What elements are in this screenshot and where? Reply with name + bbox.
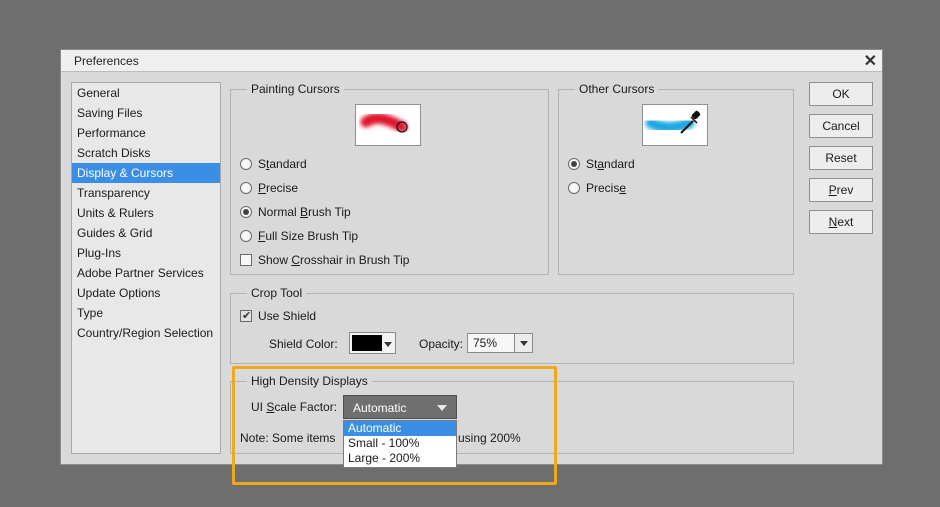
painting-standard-label: Standard bbox=[258, 157, 307, 171]
shield-color-picker[interactable] bbox=[349, 332, 396, 354]
sidebar-item-plug-ins[interactable]: Plug-Ins bbox=[72, 243, 220, 263]
sidebar-item-general[interactable]: General bbox=[72, 83, 220, 103]
painting-cursors-group: Painting Cursors Standard Precise Normal… bbox=[230, 82, 549, 275]
painting-standard-radio[interactable] bbox=[240, 158, 252, 170]
next-button[interactable]: Next bbox=[809, 210, 873, 234]
ok-button[interactable]: OK bbox=[809, 82, 873, 106]
eyedropper-icon bbox=[645, 110, 701, 134]
painting-normal-brush-tip-label: Normal Brush Tip bbox=[258, 205, 351, 219]
sidebar-item-update-options[interactable]: Update Options bbox=[72, 283, 220, 303]
shield-color-swatch bbox=[352, 335, 382, 351]
shield-color-label: Shield Color: bbox=[269, 337, 338, 351]
chevron-down-icon[interactable] bbox=[514, 334, 532, 352]
other-standard-radio[interactable] bbox=[568, 158, 580, 170]
dialog-title: Preferences bbox=[74, 54, 139, 68]
painting-precise-label: Precise bbox=[258, 181, 299, 195]
sidebar-item-scratch-disks[interactable]: Scratch Disks bbox=[72, 143, 220, 163]
painting-cursor-preview bbox=[355, 104, 421, 146]
sidebar-item-country-region[interactable]: Country/Region Selection bbox=[72, 323, 220, 343]
opacity-label: Opacity: bbox=[419, 337, 464, 351]
opacity-value[interactable]: 75% bbox=[473, 336, 497, 350]
other-cursor-preview bbox=[642, 104, 708, 146]
chevron-down-icon bbox=[384, 342, 392, 347]
sidebar-item-guides-grid[interactable]: Guides & Grid bbox=[72, 223, 220, 243]
category-list: General Saving Files Performance Scratch… bbox=[71, 82, 221, 454]
use-shield-label: Use Shield bbox=[258, 309, 317, 323]
reset-button[interactable]: Reset bbox=[809, 146, 873, 170]
crop-tool-group: Crop Tool Use Shield Shield Color: Opaci… bbox=[230, 286, 794, 364]
title-bar[interactable]: Preferences ✕ bbox=[61, 50, 882, 72]
other-precise-label: Precise bbox=[586, 181, 627, 195]
highlight-frame bbox=[232, 366, 557, 485]
red-brush-stroke-icon bbox=[360, 112, 408, 133]
sidebar-item-transparency[interactable]: Transparency bbox=[72, 183, 220, 203]
sidebar-item-units-rulers[interactable]: Units & Rulers bbox=[72, 203, 220, 223]
painting-precise-radio[interactable] bbox=[240, 182, 252, 194]
opacity-combobox[interactable]: 75% bbox=[467, 333, 533, 353]
close-icon[interactable]: ✕ bbox=[864, 51, 877, 71]
other-precise-radio[interactable] bbox=[568, 182, 580, 194]
sidebar-item-performance[interactable]: Performance bbox=[72, 123, 220, 143]
painting-full-size-brush-tip-label: Full Size Brush Tip bbox=[258, 229, 359, 243]
show-crosshair-checkbox[interactable] bbox=[240, 254, 252, 266]
sidebar-item-adobe-partner-services[interactable]: Adobe Partner Services bbox=[72, 263, 220, 283]
sidebar-item-type[interactable]: Type bbox=[72, 303, 220, 323]
painting-cursors-title: Painting Cursors bbox=[247, 82, 344, 96]
other-standard-label: Standard bbox=[586, 157, 635, 171]
other-cursors-title: Other Cursors bbox=[575, 82, 659, 96]
sidebar-item-display-cursors[interactable]: Display & Cursors bbox=[72, 163, 220, 183]
sidebar-item-saving-files[interactable]: Saving Files bbox=[72, 103, 220, 123]
other-cursors-group: Other Cursors Standard Precise bbox=[558, 82, 794, 275]
use-shield-checkbox[interactable] bbox=[240, 308, 252, 324]
painting-normal-brush-tip-radio[interactable] bbox=[240, 206, 252, 218]
painting-full-size-brush-tip-radio[interactable] bbox=[240, 230, 252, 242]
show-crosshair-label: Show Crosshair in Brush Tip bbox=[258, 253, 410, 267]
cancel-button[interactable]: Cancel bbox=[809, 114, 873, 138]
crop-tool-title: Crop Tool bbox=[247, 286, 307, 300]
prev-button[interactable]: Prev bbox=[809, 178, 873, 202]
